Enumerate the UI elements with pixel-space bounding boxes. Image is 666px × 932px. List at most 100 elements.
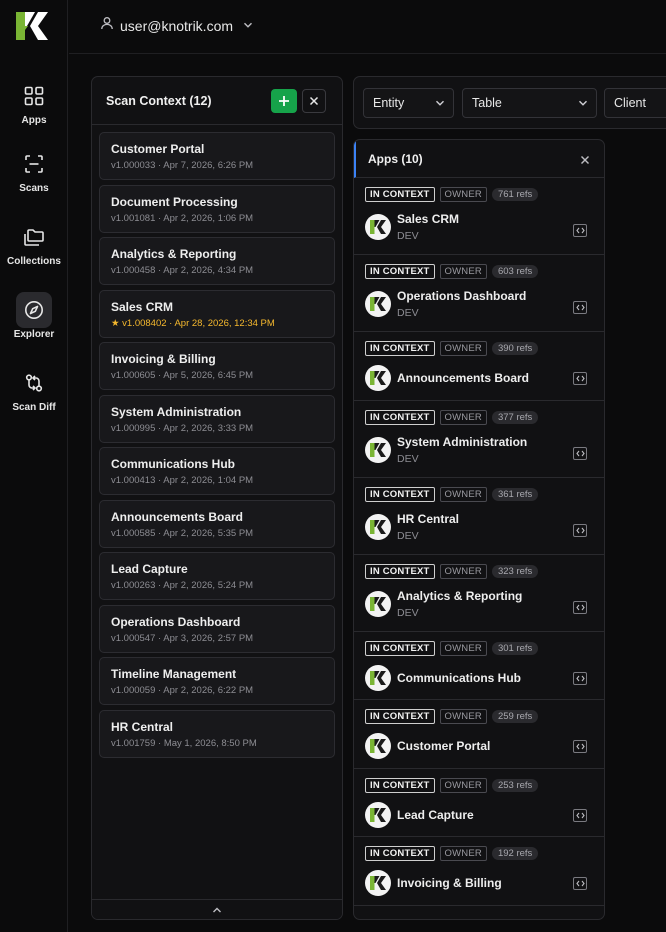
scan-card[interactable]: Document Processing v1.001081 · Apr 2, 20… (99, 184, 335, 233)
code-icon[interactable] (573, 224, 587, 237)
refs-count-badge: 361 refs (491, 487, 539, 501)
scan-card[interactable]: HR Central v1.001759 · May 1, 2026, 8:50 … (99, 709, 335, 758)
in-context-badge: IN CONTEXT (365, 777, 435, 793)
user-email: user@knotrik.com (120, 17, 234, 34)
scan-card[interactable]: Customer Portal v1.000033 · Apr 7, 2026, … (99, 132, 335, 180)
nav-label-apps: Apps (21, 115, 47, 126)
app-row[interactable]: IN CONTEXT OWNER 390 refs Announcements Boa… (354, 332, 604, 401)
app-tags: IN CONTEXT OWNER 361 refs (365, 486, 539, 502)
scan-card[interactable]: Analytics & Reporting v1.000458 · Apr 2, … (99, 237, 335, 285)
table-select-value: Table (472, 96, 502, 110)
client-select[interactable]: Client (604, 88, 666, 118)
code-icon[interactable] (573, 600, 587, 614)
app-logo-icon (365, 291, 391, 317)
in-context-badge: IN CONTEXT (365, 341, 435, 356)
nav-item-scan-diff[interactable]: Scan Diff (0, 365, 68, 413)
app-row[interactable]: IN CONTEXT OWNER 259 refs Customer Portal (354, 700, 604, 769)
scan-list: Customer Portal v1.000033 · Apr 7, 2026, … (99, 132, 335, 762)
app-logo-icon (365, 590, 391, 617)
top-header: user@knotrik.com (69, 0, 666, 54)
code-icon[interactable] (573, 877, 587, 890)
user-menu[interactable]: user@knotrik.com (100, 16, 253, 35)
nav-label-scans: Scans (19, 183, 49, 194)
scan-meta: ★ v1.008402 · Apr 28, 2026, 12:34 PM (111, 317, 275, 329)
in-context-badge: IN CONTEXT (365, 563, 435, 579)
nav-rail: Apps Scans Collections Explorer Scan Dif… (0, 0, 68, 932)
code-icon[interactable] (573, 301, 587, 314)
entity-select[interactable]: Entity (363, 88, 454, 118)
nav-item-collections[interactable]: Collections (0, 219, 68, 267)
scan-name: Sales CRM (111, 299, 174, 314)
owner-badge: OWNER (439, 563, 487, 579)
refs-count-badge: 603 refs (491, 265, 539, 278)
app-row[interactable]: IN CONTEXT OWNER 761 refs Sales CRM DEV (354, 178, 604, 255)
app-row[interactable]: IN CONTEXT OWNER 301 refs Communications Hu… (354, 632, 604, 700)
code-icon[interactable] (573, 523, 587, 537)
code-icon[interactable] (573, 740, 587, 753)
app-row[interactable]: IN CONTEXT OWNER 253 refs Lead Capture (354, 769, 604, 837)
scan-name: HR Central (111, 719, 174, 734)
code-icon[interactable] (573, 372, 587, 385)
knotrik-logo[interactable] (14, 8, 50, 44)
scan-card[interactable]: Lead Capture v1.000263 · Apr 2, 2026, 5:2… (99, 552, 335, 600)
owner-badge: OWNER (439, 846, 487, 861)
scan-name: Customer Portal (111, 142, 205, 156)
add-scan-button[interactable] (271, 89, 297, 113)
app-tags: IN CONTEXT OWNER 603 refs (365, 264, 539, 279)
scan-card-starred[interactable]: Sales CRM ★ v1.008402 · Apr 28, 2026, 12:… (99, 289, 335, 338)
grid-icon (16, 78, 52, 114)
app-tags: IN CONTEXT OWNER 259 refs (365, 709, 539, 724)
nav-item-explorer[interactable]: Explorer (0, 292, 68, 340)
refs-count-badge: 192 refs (491, 847, 539, 860)
scan-meta: v1.000059 · Apr 2, 2026, 6:22 PM (111, 685, 254, 696)
scan-name: Timeline Management (111, 667, 237, 681)
scan-meta: v1.000458 · Apr 2, 2026, 4:34 PM (111, 265, 254, 276)
app-list: IN CONTEXT OWNER 761 refs Sales CRM DEV IN CO… (354, 178, 604, 906)
apps-panel-title: Apps (10) (368, 152, 423, 166)
filter-bar: Entity Table Client (353, 76, 666, 129)
app-name: Sales CRM (397, 212, 460, 226)
app-tags: IN CONTEXT OWNER 323 refs (365, 563, 539, 579)
nav-item-apps[interactable]: Apps (0, 78, 68, 126)
entity-select-value: Entity (373, 96, 405, 110)
close-scan-context-button[interactable] (302, 89, 326, 113)
compass-icon (16, 292, 52, 328)
app-logo-icon (365, 664, 391, 691)
scan-card[interactable]: Announcements Board v1.000585 · Apr 2, 20… (99, 499, 335, 548)
scan-card[interactable]: Communications Hub v1.000413 · Apr 2, 202… (99, 447, 335, 495)
owner-badge: OWNER (439, 777, 487, 793)
app-row[interactable]: IN CONTEXT OWNER 377 refs System Administra… (354, 401, 604, 478)
nav-label-explorer: Explorer (13, 329, 55, 340)
app-name: Communications Hub (397, 670, 522, 685)
app-name: Customer Portal (397, 739, 491, 753)
code-icon[interactable] (573, 671, 587, 685)
app-row[interactable]: IN CONTEXT OWNER 361 refs HR Central DEV (354, 478, 604, 555)
in-context-badge: IN CONTEXT (365, 264, 435, 279)
refs-count-badge: 390 refs (491, 342, 539, 355)
chevron-down-icon (578, 100, 588, 106)
in-context-badge: IN CONTEXT (365, 640, 435, 656)
refs-count-badge: 301 refs (491, 641, 539, 655)
scan-name: Communications Hub (111, 457, 236, 471)
app-row[interactable]: IN CONTEXT OWNER 323 refs Analytics & Repor… (354, 555, 604, 632)
scan-card[interactable]: Operations Dashboard v1.000547 · Apr 3, 2… (99, 604, 335, 653)
code-icon[interactable] (573, 808, 587, 822)
code-icon[interactable] (573, 446, 587, 460)
nav-item-scans[interactable]: Scans (0, 146, 68, 194)
owner-badge: OWNER (439, 187, 487, 202)
owner-badge: OWNER (439, 264, 487, 279)
scan-name: Operations Dashboard (111, 614, 241, 629)
table-select[interactable]: Table (462, 88, 597, 118)
app-row[interactable]: IN CONTEXT OWNER 192 refs Invoicing & Billi… (354, 837, 604, 906)
app-row[interactable]: IN CONTEXT OWNER 603 refs Operations Dashbo… (354, 255, 604, 332)
scan-card[interactable]: Invoicing & Billing v1.000605 · Apr 5, 20… (99, 342, 335, 390)
scan-card[interactable]: System Administration v1.000995 · Apr 2, … (99, 394, 335, 443)
nav-label-scan-diff: Scan Diff (12, 402, 56, 413)
close-icon[interactable] (580, 152, 590, 170)
scan-card[interactable]: Timeline Management v1.000059 · Apr 2, 20… (99, 657, 335, 705)
plus-icon (279, 96, 289, 106)
collapse-scan-list-button[interactable] (92, 899, 342, 919)
refs-count-badge: 259 refs (491, 710, 539, 723)
refs-count-badge: 761 refs (491, 188, 539, 201)
app-name: Invoicing & Billing (397, 876, 502, 890)
